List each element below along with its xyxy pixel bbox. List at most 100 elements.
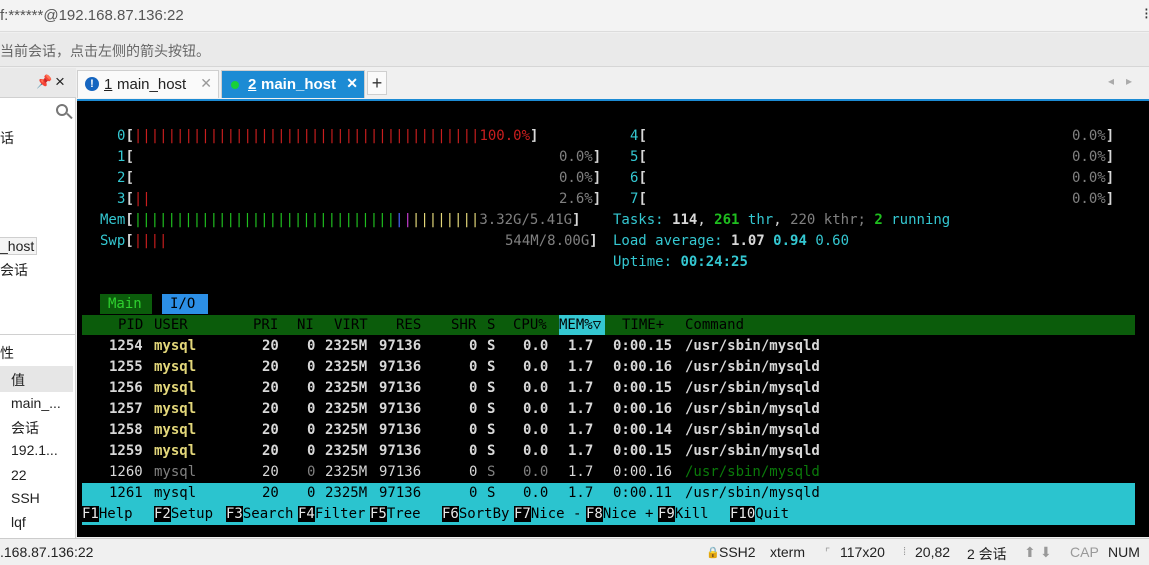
f8-nice-plus-button[interactable]: F8Nice + — [586, 504, 653, 525]
arrow-up-icon[interactable]: ⬆ — [1024, 544, 1036, 561]
status-host: .168.87.136:22 — [0, 544, 94, 560]
resize-icon: ⌜ — [825, 547, 831, 559]
cpu-meter-0: 0[||||||||||||||||||||||||||||||||||||||… — [117, 128, 539, 144]
column-command[interactable]: Command — [685, 315, 744, 335]
cpu-percent-5: 0.0%] — [1072, 149, 1115, 165]
tab-main-host-2[interactable]: 2 main_host ✕ — [221, 70, 365, 98]
new-tab-button[interactable]: + — [367, 71, 387, 95]
table-row[interactable]: 1259 mysql 20 0 2325M 97136 0 S 0.0 1.7 … — [82, 441, 1135, 462]
process-table-header: PID USER PRI NI VIRT RES SHR S CPU% MEM%… — [82, 315, 1135, 335]
info-icon: ! — [85, 77, 99, 91]
close-icon[interactable]: ✕ — [200, 75, 212, 92]
mem-meter: Mem[||||||||||||||||||||||||||||||||||||… — [100, 212, 581, 228]
session-panel: 📌 × 话 _host 会话 性 值 main_... 会话 192.1... … — [0, 68, 76, 538]
f5-tree-button[interactable]: F5Tree — [370, 504, 421, 525]
function-key-bar: F1Help F2Setup F3Search F4Filter F5Tree … — [82, 504, 1135, 525]
f3-search-button[interactable]: F3Search — [226, 504, 293, 525]
tab-label: main_host — [117, 76, 187, 93]
column-res[interactable]: RES — [396, 315, 421, 335]
cpu-percent-3: 2.6%] — [559, 191, 602, 207]
terminal[interactable]: 0[||||||||||||||||||||||||||||||||||||||… — [77, 99, 1149, 537]
table-row[interactable]: 1258 mysql 20 0 2325M 97136 0 S 0.0 1.7 … — [82, 420, 1135, 441]
title-bar: f:******@192.168.87.136:22 ⁝ — [0, 0, 1149, 32]
connected-dot-icon — [231, 81, 239, 89]
column-pri[interactable]: PRI — [253, 315, 278, 335]
property-value-label: 值 — [11, 372, 25, 388]
tab-io-view[interactable]: I/O — [162, 294, 208, 314]
column-user[interactable]: USER — [154, 315, 188, 335]
f9-kill-button[interactable]: F9Kill — [658, 504, 709, 525]
hint-text: 当前会话，点击左侧的箭头按钮。 — [0, 43, 210, 59]
scroll-right-icon[interactable]: ▸ — [1126, 74, 1132, 88]
column-ni[interactable]: NI — [297, 315, 314, 335]
cpu-meter-2: 2[ — [117, 170, 134, 186]
tab-main-view[interactable]: Main — [100, 294, 152, 314]
table-row[interactable]: 1255 mysql 20 0 2325M 97136 0 S 0.0 1.7 … — [82, 357, 1135, 378]
tab-label: main_host — [261, 76, 337, 93]
cpu-percent-1: 0.0%] — [559, 149, 602, 165]
pin-icon[interactable]: 📌 — [36, 74, 52, 90]
cpu-meter-3: 3[|| — [117, 191, 151, 207]
search-icon[interactable] — [52, 101, 74, 123]
property-value: 192.1... — [11, 442, 58, 458]
session-panel-header: 📌 × — [0, 68, 76, 98]
session-item[interactable]: 会话 — [0, 260, 28, 280]
window-control-icon[interactable]: ⁝ — [1144, 4, 1149, 24]
cpu-percent-7: 0.0%] — [1072, 191, 1115, 207]
swap-value: 544M/8.00G] — [505, 233, 598, 249]
cpu-meter-6: 6[ — [630, 170, 647, 186]
close-panel-button[interactable]: × — [55, 72, 65, 92]
column-pid[interactable]: PID — [118, 315, 143, 335]
status-bar: .168.87.136:22 🔒 SSH2 xterm ⌜ 117x20 ⁞ 2… — [0, 538, 1149, 565]
table-row-selected[interactable]: 1261 mysql 20 0 2325M 97136 0 S 0.0 1.7 … — [82, 483, 1135, 504]
f2-setup-button[interactable]: F2Setup — [154, 504, 213, 525]
tab-number: 1 — [104, 76, 113, 93]
cursor-icon: ⁞ — [903, 546, 907, 558]
cpu-meter-7: 7[ — [630, 191, 647, 207]
column-state[interactable]: S — [487, 315, 495, 335]
tab-main-host-1[interactable]: ! 1 main_host ✕ — [77, 70, 219, 98]
caps-indicator: CAP — [1070, 544, 1099, 560]
cpu-percent-4: 0.0%] — [1072, 128, 1115, 144]
property-header: 性 — [0, 345, 14, 361]
f1-help-button[interactable]: F1Help — [82, 504, 133, 525]
table-row[interactable]: 1254 mysql 20 0 2325M 97136 0 S 0.0 1.7 … — [82, 336, 1135, 357]
panel-divider — [0, 334, 76, 335]
tab-bar: ! 1 main_host ✕ 2 main_host ✕ + ◂ ▸ — [77, 69, 1149, 99]
tasks-summary: Tasks: 114, 261 thr, 220 kthr; 2 running — [613, 212, 951, 228]
f7-nice-minus-button[interactable]: F7Nice - — [514, 504, 581, 525]
property-value: main_... — [11, 395, 61, 411]
status-cursor: 20,82 — [915, 544, 951, 560]
status-sessions: 2 会话 — [967, 546, 1007, 562]
property-value: SSH — [11, 490, 40, 506]
status-size: 117x20 — [840, 544, 885, 560]
session-item-main-host[interactable]: _host — [0, 237, 38, 255]
arrow-down-icon[interactable]: ⬇ — [1040, 544, 1052, 561]
cpu-meter-4: 4[ — [630, 128, 647, 144]
status-term: xterm — [770, 544, 805, 560]
uptime: Uptime: 00:24:25 — [613, 254, 748, 270]
window-title: f:******@192.168.87.136:22 — [0, 7, 184, 24]
f6-sortby-button[interactable]: F6SortBy — [442, 504, 509, 525]
column-mem[interactable]: MEM%▽ — [559, 315, 601, 335]
column-shr[interactable]: SHR — [451, 315, 476, 335]
scroll-left-icon[interactable]: ◂ — [1108, 74, 1114, 88]
table-row[interactable]: 1256 mysql 20 0 2325M 97136 0 S 0.0 1.7 … — [82, 378, 1135, 399]
column-virt[interactable]: VIRT — [334, 315, 368, 335]
f4-filter-button[interactable]: F4Filter — [298, 504, 365, 525]
table-row[interactable]: 1257 mysql 20 0 2325M 97136 0 S 0.0 1.7 … — [82, 399, 1135, 420]
table-row[interactable]: 1260 mysql 20 0 2325M 97136 0 S 0.0 1.7 … — [82, 462, 1135, 483]
column-cpu[interactable]: CPU% — [513, 315, 547, 335]
session-item[interactable]: 话 — [0, 128, 14, 148]
cpu-meter-5: 5[ — [630, 149, 647, 165]
load-average: Load average: 1.07 0.94 0.60 — [613, 233, 850, 249]
close-icon[interactable]: ✕ — [346, 75, 358, 92]
column-time[interactable]: TIME+ — [622, 315, 664, 335]
cpu-meter-1: 1[ — [117, 149, 134, 165]
property-value: 22 — [11, 467, 27, 483]
f10-quit-button[interactable]: F10Quit — [730, 504, 789, 525]
property-value: lqf — [11, 514, 26, 530]
tab-number: 2 — [248, 76, 257, 93]
lock-icon: 🔒 — [706, 547, 720, 559]
property-value: 会话 — [11, 420, 39, 436]
